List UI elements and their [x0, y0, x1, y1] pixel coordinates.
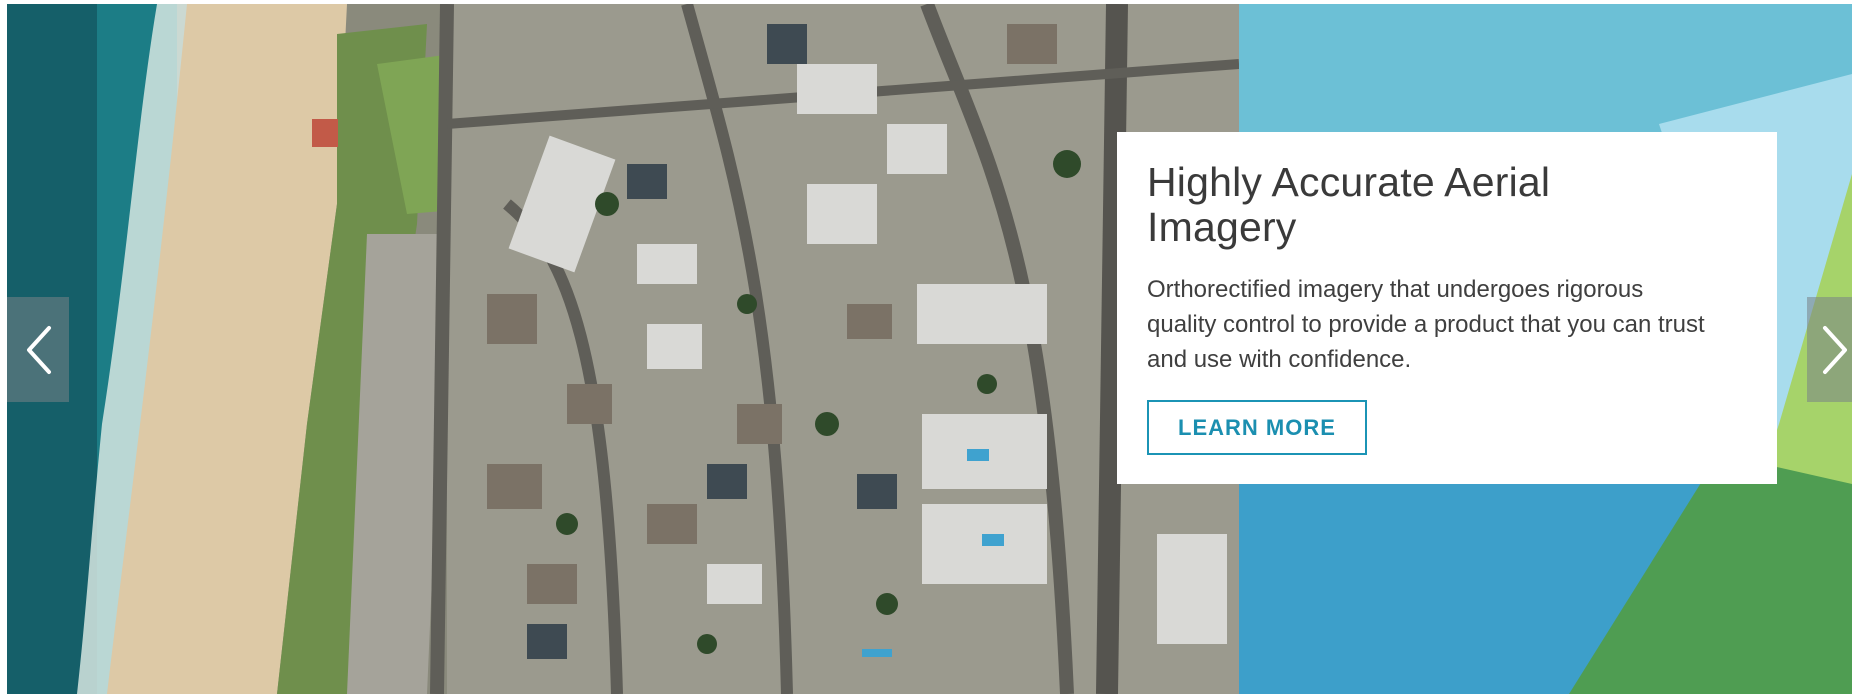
- chevron-left-icon: [27, 325, 51, 374]
- slide-title: Highly Accurate Aerial Imagery: [1147, 159, 1551, 250]
- slide-content-card: Highly Accurate Aerial Imagery Orthorect…: [1117, 132, 1777, 484]
- slide-description: Orthorectified imagery that undergoes ri…: [1147, 276, 1705, 373]
- aerial-photo: [7, 4, 1239, 694]
- chevron-right-icon: [1823, 325, 1847, 374]
- carousel-prev-button[interactable]: [7, 297, 69, 402]
- carousel-next-button[interactable]: [1807, 297, 1852, 402]
- learn-more-button[interactable]: LEARN MORE: [1147, 400, 1367, 455]
- hero-carousel: Highly Accurate Aerial Imagery Orthorect…: [0, 0, 1852, 694]
- aerial-photo-illustration: [7, 4, 1239, 694]
